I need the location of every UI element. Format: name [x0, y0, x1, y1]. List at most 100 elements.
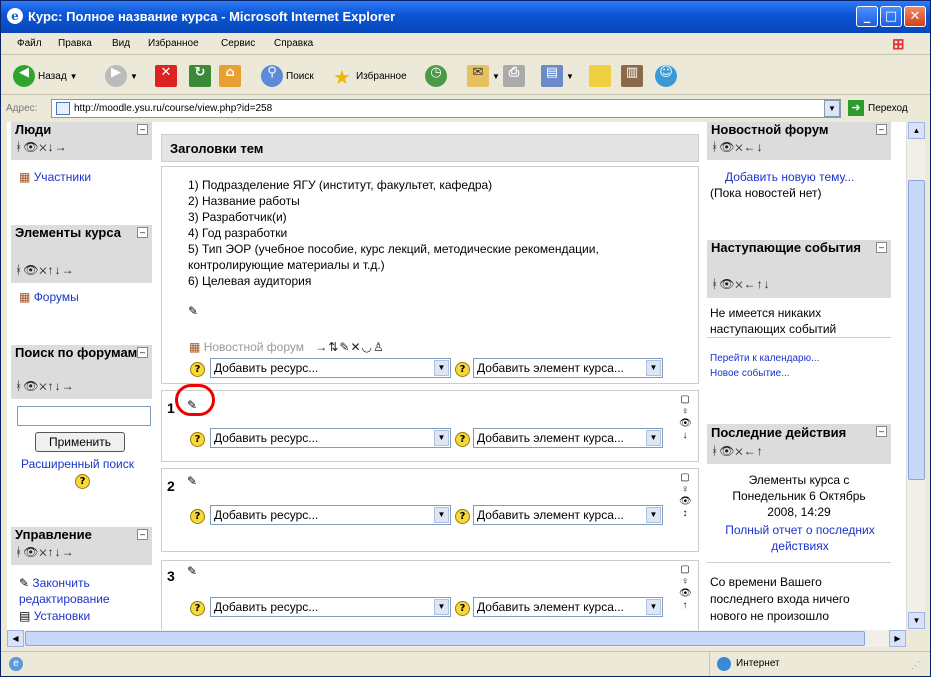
scroll-thumb[interactable] [908, 180, 925, 480]
menu-favorites[interactable]: Избранное [148, 38, 199, 49]
horizontal-scrollbar[interactable]: ◀ ▶ [7, 630, 906, 647]
block-admin-edit-icons[interactable]: ᚼ👁✕↑↓→ [11, 543, 152, 565]
block-elements-edit-icons[interactable]: ᚼ👁✕↑↓→ [11, 261, 152, 283]
forums-link[interactable]: ▦ Форумы [19, 290, 79, 304]
history-icon: ◷ [425, 65, 447, 87]
search-button[interactable]: ⚲ Поиск [261, 63, 314, 89]
apply-button[interactable]: Применить [35, 432, 125, 452]
collapse-icon[interactable]: – [137, 529, 148, 540]
scroll-left-icon[interactable]: ◀ [7, 630, 24, 647]
favorites-button[interactable]: ★ Избранное [331, 63, 407, 89]
menu-view[interactable]: Вид [112, 38, 130, 49]
add-element-select[interactable]: Добавить элемент курса... ▼ [473, 428, 663, 448]
collapse-icon[interactable]: – [876, 124, 887, 135]
block-people-edit-icons[interactable]: ᚼ👁✕↓→ [11, 138, 152, 160]
section-controls[interactable]: ▢ ♀ 👁 ↓ [679, 394, 692, 442]
news-forum-item[interactable]: ▦ Новостной форум →⇅✎✕◡♙ [189, 340, 385, 354]
print-button[interactable]: ⎙ [503, 63, 525, 89]
home-button[interactable]: ⌂ [219, 63, 241, 89]
address-url: http://moodle.ysu.ru/course/view.php?id=… [74, 103, 273, 114]
close-button[interactable]: ✕ [904, 6, 926, 27]
scroll-up-icon[interactable]: ▲ [908, 122, 925, 139]
nothing-new-text: Со времени Вашего последнего входа ничег… [710, 575, 850, 623]
edit-summary-icon[interactable]: ✎ [188, 303, 698, 319]
help-icon[interactable]: ? [190, 362, 205, 377]
participants-label[interactable]: Участники [34, 170, 91, 184]
address-input[interactable]: http://moodle.ysu.ru/course/view.php?id=… [51, 99, 841, 118]
calendar-link[interactable]: Перейти к календарю... [710, 353, 819, 364]
edit-button[interactable]: ▤ ▼ [541, 63, 574, 89]
full-report-link[interactable]: Полный отчет о последних действиях [711, 522, 889, 554]
help-icon[interactable]: ? [190, 509, 205, 524]
collapse-icon[interactable]: – [137, 124, 148, 135]
help-icon[interactable]: ? [455, 509, 470, 524]
settings-label[interactable]: Установки [34, 609, 90, 623]
research-button[interactable]: ▥ [621, 63, 643, 89]
help-icon[interactable]: ? [455, 432, 470, 447]
advanced-search-link[interactable]: Расширенный поиск [21, 457, 134, 471]
section-controls[interactable]: ▢ ♀ 👁 ↕ [679, 472, 692, 520]
minimize-button[interactable]: _ [856, 6, 878, 27]
help-icon[interactable]: ? [455, 362, 470, 377]
section-controls[interactable]: ▢ ♀ 👁 ↑ [679, 564, 692, 612]
add-resource-select[interactable]: Добавить ресурс... ▼ [210, 505, 451, 525]
add-resource-select[interactable]: Добавить ресурс... ▼ [210, 597, 451, 617]
forum-search-input[interactable] [17, 406, 151, 426]
block-events-edit-icons[interactable]: ᚼ👁✕←↑↓ [707, 274, 891, 298]
mail-button[interactable]: ✉ ▼ [467, 63, 500, 89]
block-people-header: Люди – [11, 122, 152, 138]
address-dropdown-button[interactable]: ▼ [824, 100, 840, 117]
menu-help[interactable]: Справка [274, 38, 313, 49]
add-element-select[interactable]: Добавить элемент курса... ▼ [473, 597, 663, 617]
menu-file[interactable]: Файл [17, 38, 42, 49]
participants-link[interactable]: ▦ Участники [19, 170, 91, 184]
vertical-scrollbar[interactable]: ▲ ▼ [906, 122, 925, 630]
add-resource-select[interactable]: Добавить ресурс... ▼ [210, 428, 451, 448]
forums-label[interactable]: Форумы [34, 290, 79, 304]
add-element-select[interactable]: Добавить элемент курса... ▼ [473, 358, 663, 378]
go-label: Переход [868, 102, 908, 114]
finish-edit-link[interactable]: ✎ Закончить редактирование [19, 575, 149, 607]
menu-tools[interactable]: Сервис [221, 38, 255, 49]
history-button[interactable]: ◷ [425, 63, 447, 89]
edit-summary-icon[interactable]: ✎ [187, 474, 197, 488]
block-recent-edit-icons[interactable]: ᚼ👁✕←↑ [707, 442, 891, 464]
go-button[interactable]: ➜ Переход [848, 100, 908, 116]
research-icon: ▥ [621, 65, 643, 87]
page-icon [56, 102, 70, 115]
resize-grip-icon[interactable]: ⋰ [911, 660, 920, 671]
collapse-icon[interactable]: – [137, 347, 148, 358]
scroll-down-icon[interactable]: ▼ [908, 612, 925, 629]
block-news-edit-icons[interactable]: ᚼ👁✕←↓ [707, 138, 891, 160]
stop-button[interactable]: ✕ [155, 63, 177, 89]
collapse-icon[interactable]: – [137, 227, 148, 238]
maximize-button[interactable]: □ [880, 6, 902, 27]
collapse-icon[interactable]: – [876, 242, 887, 253]
add-topic-link[interactable]: Добавить новую тему... [725, 170, 854, 184]
back-button[interactable]: ◀ Назад ▼ [13, 63, 78, 89]
add-resource-label: Добавить ресурс... [214, 431, 319, 445]
help-icon[interactable]: ? [75, 474, 90, 489]
help-icon[interactable]: ? [190, 601, 205, 616]
search-icon: ⚲ [261, 65, 283, 87]
item-edit-icons[interactable]: →⇅✎✕◡♙ [315, 340, 384, 354]
messenger-button[interactable]: ☺ [655, 63, 677, 89]
scroll-thumb[interactable] [25, 631, 865, 646]
help-icon[interactable]: ? [190, 432, 205, 447]
finish-edit-label[interactable]: Закончить редактирование [19, 576, 110, 606]
settings-link[interactable]: ▤ Установки [19, 609, 90, 623]
news-forum-label[interactable]: Новостной форум [204, 340, 304, 354]
add-resource-label: Добавить ресурс... [214, 508, 319, 522]
edit-summary-icon[interactable]: ✎ [187, 564, 197, 578]
refresh-button[interactable]: ↻ [189, 63, 211, 89]
help-icon[interactable]: ? [455, 601, 470, 616]
new-event-link[interactable]: Новое событие... [710, 368, 790, 379]
menu-edit[interactable]: Правка [58, 38, 92, 49]
add-element-select[interactable]: Добавить элемент курса... ▼ [473, 505, 663, 525]
forward-button[interactable]: ▶ ▼ [105, 63, 138, 89]
notes-button[interactable] [589, 63, 611, 89]
block-search-edit-icons[interactable]: ᚼ👁✕↑↓→ [11, 377, 152, 399]
add-resource-select[interactable]: Добавить ресурс... ▼ [210, 358, 451, 378]
collapse-icon[interactable]: – [876, 426, 887, 437]
scroll-right-icon[interactable]: ▶ [889, 630, 906, 647]
